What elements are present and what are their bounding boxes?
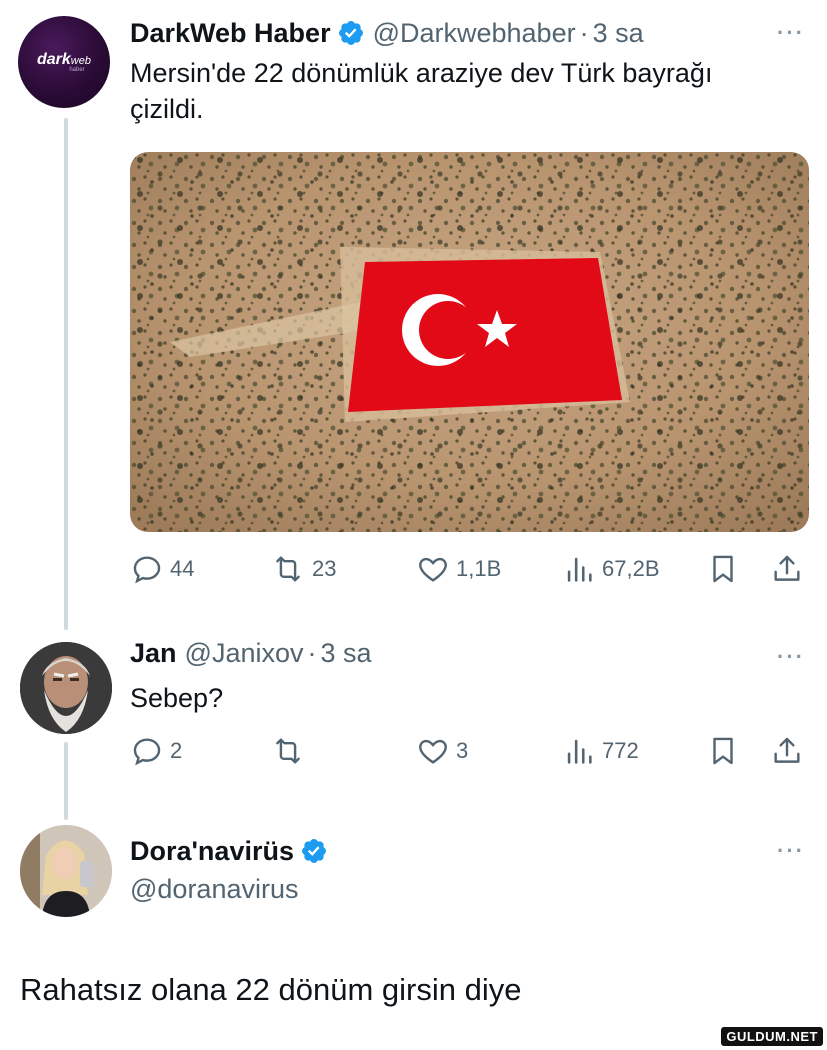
views-icon <box>567 739 592 764</box>
views-count: 772 <box>602 738 639 763</box>
timestamp[interactable]: 3 sa <box>593 18 644 49</box>
tweet-actions: 44 23 1,1B 67,2B <box>130 552 810 592</box>
views-button[interactable]: 67,2B <box>562 552 660 586</box>
bookmark-button[interactable] <box>706 552 740 586</box>
like-button[interactable]: 1,1B <box>416 552 501 586</box>
bookmark-icon <box>713 737 733 765</box>
avatar-logo-text: dark <box>37 51 71 68</box>
thread-line-2 <box>64 742 68 820</box>
display-name[interactable]: Jan <box>130 638 177 669</box>
avatar-jan[interactable] <box>20 642 112 734</box>
tweet-doranavirus[interactable]: Dora'navirüs @doranavirus ··· <box>0 820 827 1050</box>
watermark: GULDUM.NET <box>721 1027 823 1046</box>
like-count: 3 <box>456 738 469 763</box>
avatar-logo-text-2: web <box>70 55 91 67</box>
reply-count: 2 <box>170 738 183 763</box>
avatar-doranavirus[interactable] <box>20 825 112 917</box>
retweet-count: 23 <box>312 556 337 581</box>
tweet-text: Mersin'de 22 dönümlük araziye dev Türk b… <box>130 55 712 127</box>
tweet-text: Sebep? <box>130 683 224 713</box>
avatar-old-man-image <box>20 642 112 734</box>
retweet-button[interactable]: 23 <box>270 552 336 586</box>
user-handle[interactable]: @Janixov <box>185 638 304 669</box>
bookmark-button[interactable] <box>706 734 740 768</box>
tweet-text-line-1: Mersin'de 22 dönümlük araziye dev Türk b… <box>130 58 713 88</box>
thread-line-1 <box>64 118 68 630</box>
verified-badge-icon <box>338 21 363 45</box>
timestamp[interactable]: 3 sa <box>321 638 372 669</box>
tweet-jan[interactable]: Jan @Janixov · 3 sa ··· Sebep? 2 3 772 <box>0 630 827 820</box>
user-handle[interactable]: @doranavirus <box>130 874 299 905</box>
avatar-darkweb[interactable]: darkweb haber <box>18 16 110 108</box>
retweet-button[interactable] <box>270 734 312 768</box>
reply-icon <box>133 738 161 766</box>
display-name[interactable]: Dora'navirüs <box>130 836 294 867</box>
share-button[interactable] <box>770 552 804 586</box>
bookmark-icon <box>713 555 733 583</box>
more-options-icon[interactable]: ··· <box>777 20 805 46</box>
like-button[interactable]: 3 <box>416 734 468 768</box>
views-icon <box>567 557 592 582</box>
tweet-text-line-2: çizildi. <box>130 94 204 124</box>
more-options-icon[interactable]: ··· <box>777 838 805 864</box>
tweet-header: Jan @Janixov · 3 sa <box>130 638 372 669</box>
like-count: 1,1B <box>456 556 502 581</box>
tweet-header: Dora'navirüs <box>130 832 328 867</box>
share-icon <box>774 555 800 581</box>
more-options-icon[interactable]: ··· <box>777 644 805 670</box>
verified-badge-icon <box>302 839 326 863</box>
aerial-flag-photo <box>130 152 809 532</box>
avatar-woman-image <box>20 825 112 917</box>
reply-button[interactable]: 44 <box>130 552 194 586</box>
user-handle[interactable]: @Darkwebhaber <box>373 18 576 49</box>
retweet-icon <box>276 738 300 764</box>
reply-button[interactable]: 2 <box>130 734 182 768</box>
views-count: 67,2B <box>602 556 660 581</box>
tweet-text: Rahatsız olana 22 dönüm girsin diye <box>20 972 522 1007</box>
share-button[interactable] <box>770 734 804 768</box>
heart-icon <box>419 557 447 582</box>
display-name[interactable]: DarkWeb Haber <box>130 18 331 49</box>
reply-count: 44 <box>170 556 195 581</box>
separator-dot: · <box>307 638 317 668</box>
views-button[interactable]: 772 <box>562 734 639 768</box>
separator-dot: · <box>579 18 589 48</box>
tweet-image-flag[interactable] <box>130 152 809 532</box>
share-icon <box>774 737 800 763</box>
avatar-logo-sub: haber <box>69 67 85 73</box>
heart-icon <box>419 739 447 764</box>
reply-icon <box>133 556 161 584</box>
tweet-actions: 2 3 772 <box>130 734 810 774</box>
turkish-flag <box>348 258 622 412</box>
tweet-header: DarkWeb Haber @Darkwebhaber · 3 sa <box>130 14 644 49</box>
retweet-icon <box>276 556 300 582</box>
tweet-darkweb[interactable]: darkweb haber DarkWeb Haber @Darkwebhabe… <box>0 0 827 630</box>
